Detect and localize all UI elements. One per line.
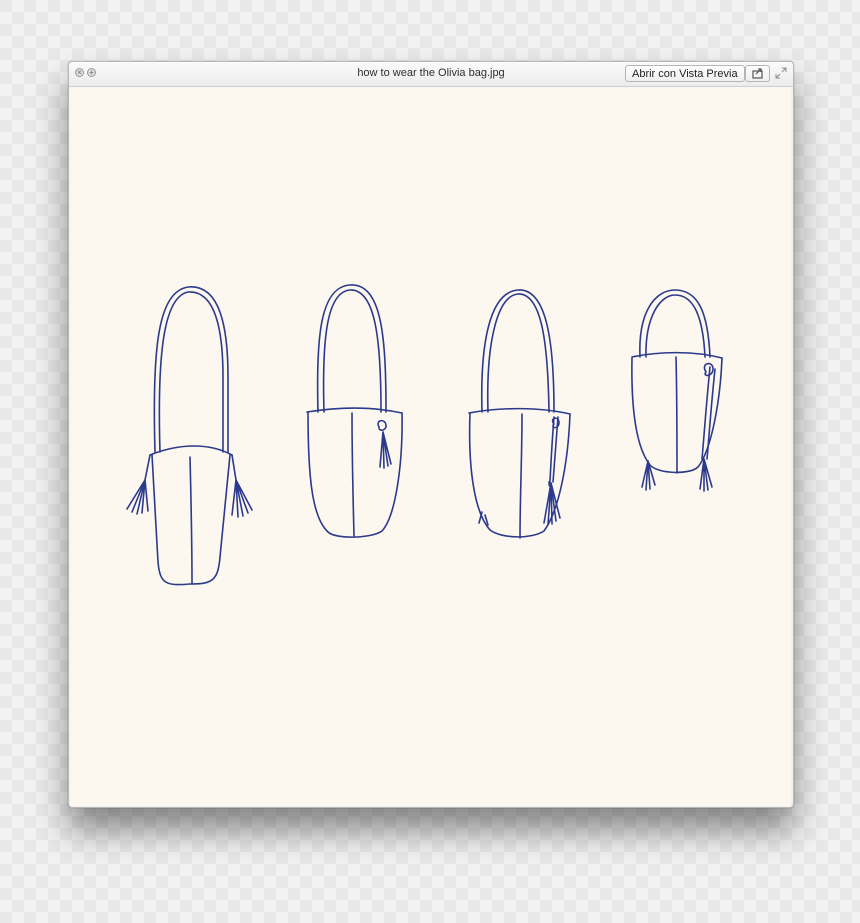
bag-drawing-2 bbox=[306, 284, 403, 538]
bags-illustration bbox=[126, 284, 723, 586]
title-bar: × + how to wear the Olivia bag.jpg Abrir… bbox=[69, 62, 793, 87]
fullscreen-icon[interactable] bbox=[775, 67, 787, 79]
image-content bbox=[70, 87, 791, 806]
share-button[interactable] bbox=[745, 65, 770, 82]
bag-drawing-3 bbox=[468, 289, 571, 539]
open-with-preview-button[interactable]: Abrir con Vista Previa bbox=[625, 65, 745, 82]
bag-drawing-4 bbox=[631, 289, 723, 492]
quicklook-window: × + how to wear the Olivia bag.jpg Abrir… bbox=[68, 61, 794, 808]
share-icon bbox=[752, 68, 763, 79]
bag-drawing-1 bbox=[126, 286, 253, 586]
